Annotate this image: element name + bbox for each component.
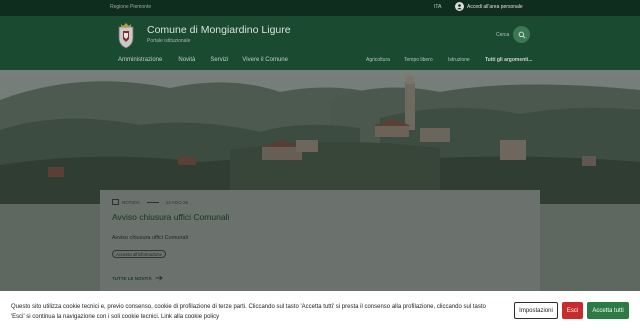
cookie-text: Questo sito utilizza cookie tecnici e, p… xyxy=(11,304,486,320)
login-label: Accedi all'area personale xyxy=(467,3,523,10)
topic-education[interactable]: Istruzione xyxy=(448,57,470,63)
cookie-banner: Questo sito utilizza cookie tecnici e, p… xyxy=(0,291,640,331)
news-meta: NOTIZIA 13 AGO 25 xyxy=(112,199,188,205)
all-news-label: TUTTE LE NOVITÀ xyxy=(112,275,152,281)
meta-separator xyxy=(146,201,159,203)
nav-item-services[interactable]: Servizi xyxy=(210,57,228,63)
user-icon xyxy=(455,2,464,11)
login-link[interactable]: Accedi all'area personale xyxy=(455,2,523,11)
region-link[interactable]: Regione Piemonte xyxy=(110,4,151,10)
cookie-exit-button[interactable]: Esci xyxy=(562,302,583,319)
language-selector[interactable]: ITA xyxy=(434,4,441,10)
site-subtitle: Portale istituzionale xyxy=(147,38,191,44)
main-nav: Amministrazione Novità Servizi Vivere il… xyxy=(118,57,288,63)
calendar-icon xyxy=(112,199,119,205)
cookie-accept-all-button[interactable]: Accetta tutti xyxy=(587,302,629,319)
news-tag[interactable]: Accesso all'informazione xyxy=(112,250,166,258)
news-card[interactable]: NOTIZIA 13 AGO 25 Avviso chiusura uffici… xyxy=(100,190,540,291)
hero-image xyxy=(0,70,640,204)
nav-item-administration[interactable]: Amministrazione xyxy=(118,57,162,63)
all-topics-link[interactable]: Tutti gli argomenti... xyxy=(485,57,532,63)
news-body: Avviso chiusura uffici Comunali xyxy=(112,235,188,241)
site-header: Comune di Mongiardino Ligure Portale ist… xyxy=(0,16,640,70)
page: Regione Piemonte ITA Accedi all'area per… xyxy=(0,0,640,331)
top-bar: Regione Piemonte ITA Accedi all'area per… xyxy=(0,0,640,16)
search-label: Cerca xyxy=(496,32,510,38)
all-news-link[interactable]: TUTTE LE NOVITÀ xyxy=(112,275,163,281)
municipality-crest[interactable] xyxy=(114,21,138,49)
arrow-right-icon xyxy=(155,275,163,281)
news-date: 13 AGO 25 xyxy=(165,199,189,205)
search-button[interactable] xyxy=(513,26,530,43)
nav-item-living[interactable]: Vivere il Comune xyxy=(242,57,288,63)
cookie-settings-button[interactable]: Impostazioni xyxy=(514,302,558,319)
search-icon xyxy=(518,31,526,39)
news-headline[interactable]: Avviso chiusura uffici Comunali xyxy=(112,212,229,222)
topic-free-time[interactable]: Tempo libero xyxy=(404,57,433,63)
site-title[interactable]: Comune di Mongiardino Ligure xyxy=(147,24,291,36)
news-category: NOTIZIA xyxy=(122,199,140,205)
nav-item-news[interactable]: Novità xyxy=(178,57,195,63)
topic-agriculture[interactable]: Agricoltura xyxy=(366,57,390,63)
